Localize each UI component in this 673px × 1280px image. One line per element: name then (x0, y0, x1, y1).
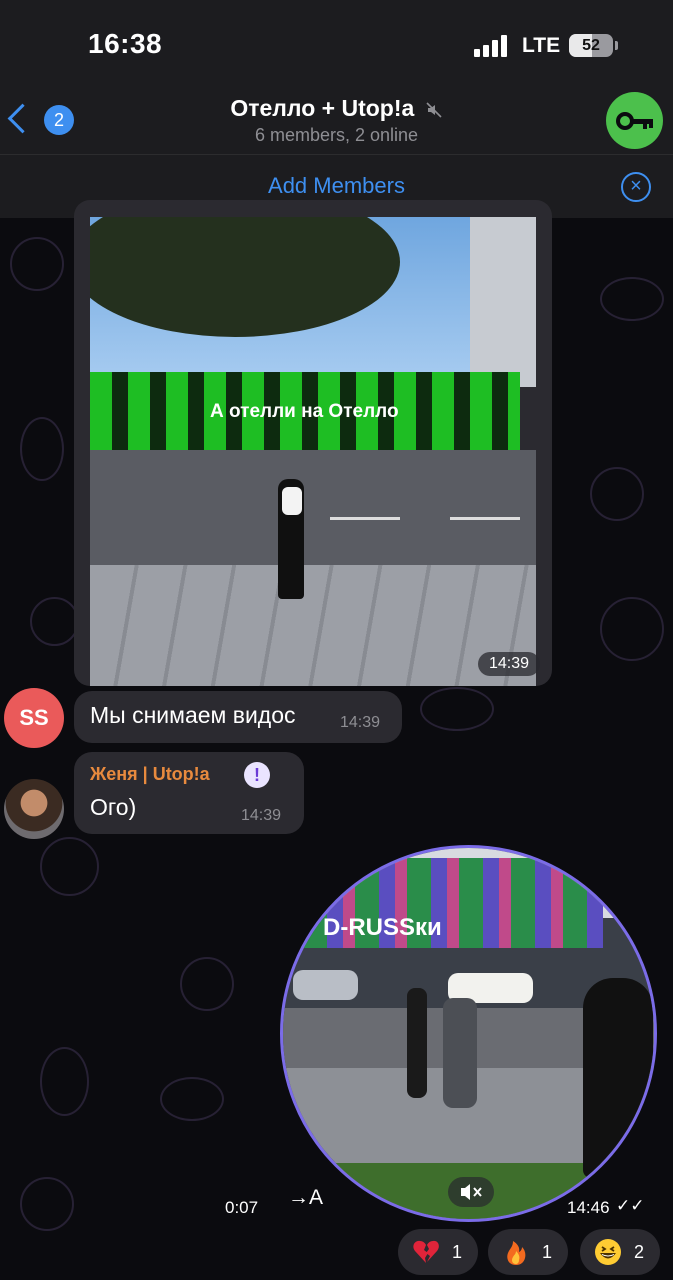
reaction-fire[interactable]: 1 (488, 1229, 568, 1275)
photo-message[interactable]: А отелли на Отелло 14:39 (74, 200, 552, 686)
key-icon (616, 112, 653, 130)
photo-road (90, 450, 536, 565)
grinning-face-icon (595, 1239, 621, 1265)
message-time: 14:39 (340, 714, 381, 731)
video-duration: 0:07 (225, 1198, 259, 1217)
road-marking (450, 517, 520, 520)
message-time: 14:39 (241, 807, 282, 824)
status-bar: 16:38 LTE 52 (0, 0, 673, 92)
photo-building-text: А отелли на Отелло (210, 401, 399, 422)
reaction-grinning[interactable]: 2 (580, 1229, 660, 1275)
video-person (443, 998, 477, 1108)
muted-speaker-icon (426, 102, 442, 118)
add-members-button[interactable]: Add Members (0, 173, 673, 199)
chat-title-area[interactable]: Отелло + Utop!a 6 members, 2 online (120, 92, 553, 146)
chat-title: Отелло + Utop!a (230, 95, 415, 121)
reaction-count: 1 (542, 1242, 553, 1262)
photo-pavement (90, 565, 536, 686)
speaker-muted-icon (461, 1184, 482, 1200)
back-button[interactable]: 2 (7, 102, 74, 142)
message-text: Ого) (90, 794, 137, 820)
battery-icon: 52 (569, 34, 613, 57)
sender-name[interactable]: Женя | Utop!a (90, 764, 210, 785)
battery-level: 52 (582, 37, 600, 54)
text-message[interactable]: Женя | Utop!a ! Ого) 14:39 (74, 752, 304, 834)
video-person (407, 988, 427, 1098)
broken-heart-icon (413, 1240, 439, 1263)
battery-tip (615, 41, 618, 50)
message-time: 14:39 (477, 652, 540, 676)
avatar[interactable]: SS (4, 688, 64, 748)
group-avatar-button[interactable] (606, 92, 663, 149)
photo-person-shirt (282, 487, 302, 515)
round-video-message[interactable]: D-RUSSки (280, 845, 657, 1222)
reaction-broken-heart[interactable]: 1 (398, 1229, 478, 1275)
chevron-left-icon (7, 103, 38, 134)
photo-tower (470, 217, 536, 387)
reaction-count: 1 (452, 1242, 463, 1262)
video-car (293, 970, 358, 1000)
close-circle-icon[interactable]: × (621, 172, 651, 202)
video-person (583, 978, 653, 1178)
street-photo[interactable]: А отелли на Отелло (90, 217, 536, 686)
video-sign-text: D-RUSSки (323, 914, 442, 941)
message-time: 14:46 (567, 1198, 610, 1217)
road-marking (330, 517, 400, 520)
status-time: 16:38 (88, 28, 163, 59)
reaction-count: 2 (634, 1242, 645, 1262)
avatar[interactable] (4, 779, 64, 839)
chat-header: 2 Отелло + Utop!a 6 members, 2 online (0, 92, 673, 154)
video-sound-toggle[interactable] (448, 1177, 494, 1207)
fire-icon (507, 1241, 526, 1265)
chat-subtitle: 6 members, 2 online (254, 125, 419, 145)
transcribe-button[interactable]: →A (288, 1186, 323, 1210)
network-type: LTE (522, 34, 561, 57)
chat-title-row: Отелло + Utop!a (120, 95, 553, 122)
message-text: Мы снимаем видос (90, 702, 296, 728)
sender-badge: ! (244, 762, 270, 788)
unread-count-badge: 2 (44, 105, 74, 135)
text-message[interactable]: Мы снимаем видос 14:39 (74, 691, 402, 743)
cellular-signal-icon (474, 35, 510, 57)
read-check-icon: ✓✓ (616, 1196, 645, 1215)
